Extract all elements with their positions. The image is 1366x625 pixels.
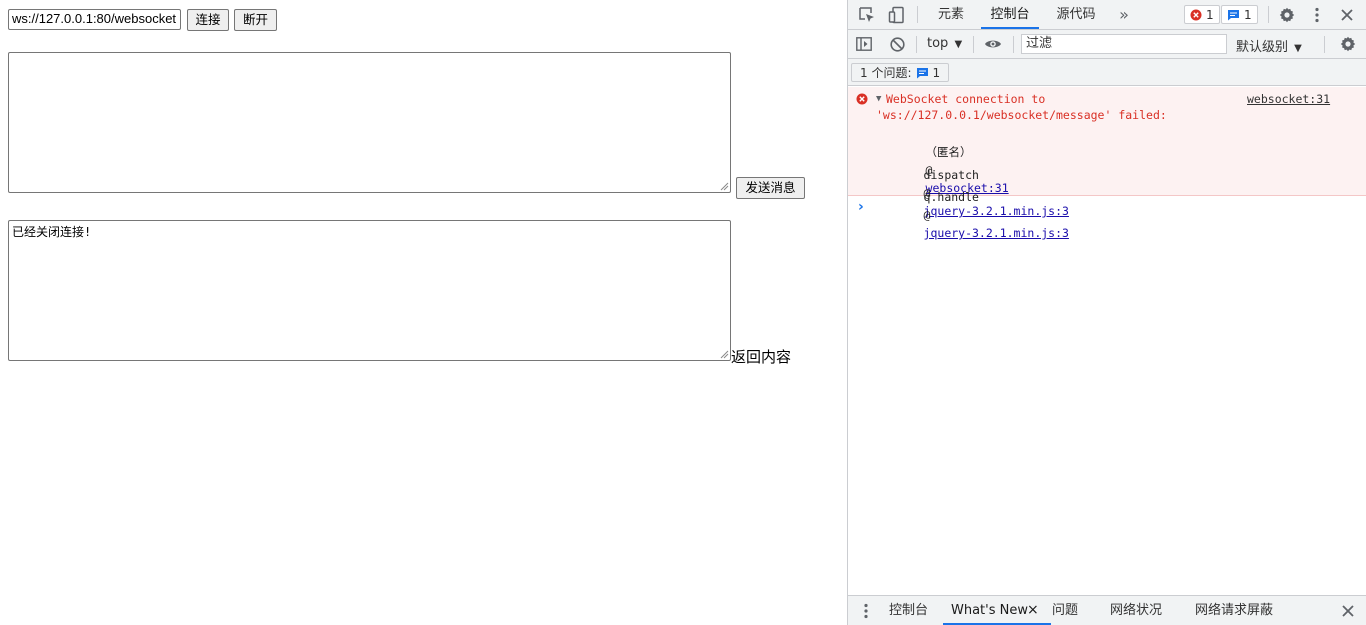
context-selector[interactable]: top ▼ xyxy=(927,36,962,51)
error-icon xyxy=(856,93,868,105)
drawer-tab-console[interactable]: 控制台 xyxy=(889,596,928,625)
drawer-tab-network-request-blocking[interactable]: 网络请求屏蔽 xyxy=(1195,596,1273,625)
error-icon xyxy=(1190,9,1202,20)
dropdown-arrow-icon: ▼ xyxy=(954,39,963,50)
stack-function: q.handle xyxy=(923,190,979,204)
stack-frame: q.handle @ jquery-3.2.1.min.js:3 xyxy=(882,170,1069,240)
close-drawer-icon[interactable] xyxy=(1339,596,1357,625)
clear-console-icon[interactable] xyxy=(888,35,906,53)
websocket-url-input[interactable]: ws://127.0.0.1:80/websocket xyxy=(8,9,181,30)
web-page: ws://127.0.0.1:80/websocket 连接 断开 发送消息 已… xyxy=(0,0,847,625)
more-tabs-icon[interactable]: » xyxy=(1116,0,1132,29)
error-text[interactable]: WebSocket connection to 'ws://127.0.0.1/… xyxy=(876,91,1236,123)
devtools-panel: 元素 控制台 源代码 » 1 1 top ▼ 过滤 默认级别 ▼ 1 个问题: … xyxy=(847,0,1366,625)
error-count-badge[interactable]: 1 xyxy=(1184,5,1220,24)
response-label: 返回内容 xyxy=(731,348,792,366)
device-toolbar-icon[interactable] xyxy=(886,0,908,29)
drawer-menu-icon[interactable] xyxy=(860,596,872,625)
console-error-message: ▼ WebSocket connection to 'ws://127.0.0.… xyxy=(848,87,1366,240)
message-count: 1 xyxy=(1244,7,1252,22)
sidebar-toggle-icon[interactable] xyxy=(855,35,873,53)
live-expression-eye-icon[interactable] xyxy=(983,35,1003,53)
send-message-button[interactable]: 发送消息 xyxy=(736,177,805,199)
context-value: top xyxy=(927,36,949,51)
connect-button[interactable]: 连接 xyxy=(187,9,229,31)
issues-button[interactable]: 1 个问题: 1 xyxy=(851,63,950,82)
separator xyxy=(973,36,974,53)
resize-grip-icon[interactable] xyxy=(720,350,729,359)
stack-frame: dispatch @ jquery-3.2.1.min.js:3 xyxy=(882,148,1069,218)
tab-console[interactable]: 控制台 xyxy=(981,0,1039,29)
close-tab-icon[interactable]: × xyxy=(1027,596,1039,625)
devtools-tabbar: 元素 控制台 源代码 » 1 1 xyxy=(848,0,1366,30)
console-toolbar: top ▼ 过滤 默认级别 ▼ xyxy=(848,30,1366,59)
error-count: 1 xyxy=(1206,7,1214,22)
separator xyxy=(1268,6,1269,23)
separator xyxy=(1324,36,1325,53)
devtools-drawer: 控制台 What's New × 问题 网络状况 网络请求屏蔽 xyxy=(848,595,1366,625)
tab-elements[interactable]: 元素 xyxy=(936,0,966,29)
stack-source-link[interactable]: jquery-3.2.1.min.js:3 xyxy=(924,204,1069,218)
message-textarea[interactable] xyxy=(8,52,731,193)
close-devtools-icon[interactable] xyxy=(1337,0,1357,29)
response-textarea[interactable]: 已经关闭连接! xyxy=(8,220,731,361)
resize-grip-icon[interactable] xyxy=(720,182,729,191)
console-filter-input[interactable]: 过滤 xyxy=(1021,34,1227,54)
separator xyxy=(917,6,918,23)
message-icon xyxy=(1228,9,1239,20)
issues-count: 1 xyxy=(932,65,941,80)
dropdown-arrow-icon: ▼ xyxy=(1294,43,1302,54)
drawer-tab-label: What's New xyxy=(951,603,1028,618)
stack-source-link[interactable]: jquery-3.2.1.min.js:3 xyxy=(924,226,1069,240)
issues-label: 1 个问题: xyxy=(860,66,912,80)
more-options-icon[interactable] xyxy=(1309,0,1325,29)
console-prompt[interactable]: › xyxy=(858,199,864,215)
error-source-link[interactable]: websocket:31 xyxy=(1247,91,1330,107)
drawer-tab-network-conditions[interactable]: 网络状况 xyxy=(1110,596,1162,625)
separator xyxy=(1013,36,1014,53)
drawer-tab-issues[interactable]: 问题 xyxy=(1052,596,1078,625)
issues-bar: 1 个问题: 1 xyxy=(848,59,1366,86)
message-count-badge[interactable]: 1 xyxy=(1221,5,1258,24)
settings-gear-icon[interactable] xyxy=(1277,0,1297,29)
log-level-selector[interactable]: 默认级别 ▼ xyxy=(1236,36,1302,55)
log-level-value: 默认级别 xyxy=(1236,40,1289,55)
disconnect-button[interactable]: 断开 xyxy=(234,9,277,31)
message-icon xyxy=(916,67,928,78)
inspect-element-icon[interactable] xyxy=(856,0,878,29)
separator xyxy=(916,36,917,53)
response-text: 已经关闭连接! xyxy=(12,225,92,239)
console-settings-gear-icon[interactable] xyxy=(1339,35,1357,53)
stack-at: @ xyxy=(923,208,931,222)
tab-sources[interactable]: 源代码 xyxy=(1055,0,1097,29)
stack-frame: （匿名） @ websocket:31 xyxy=(884,125,1009,195)
drawer-tab-whats-new[interactable]: What's New × xyxy=(943,596,1051,625)
